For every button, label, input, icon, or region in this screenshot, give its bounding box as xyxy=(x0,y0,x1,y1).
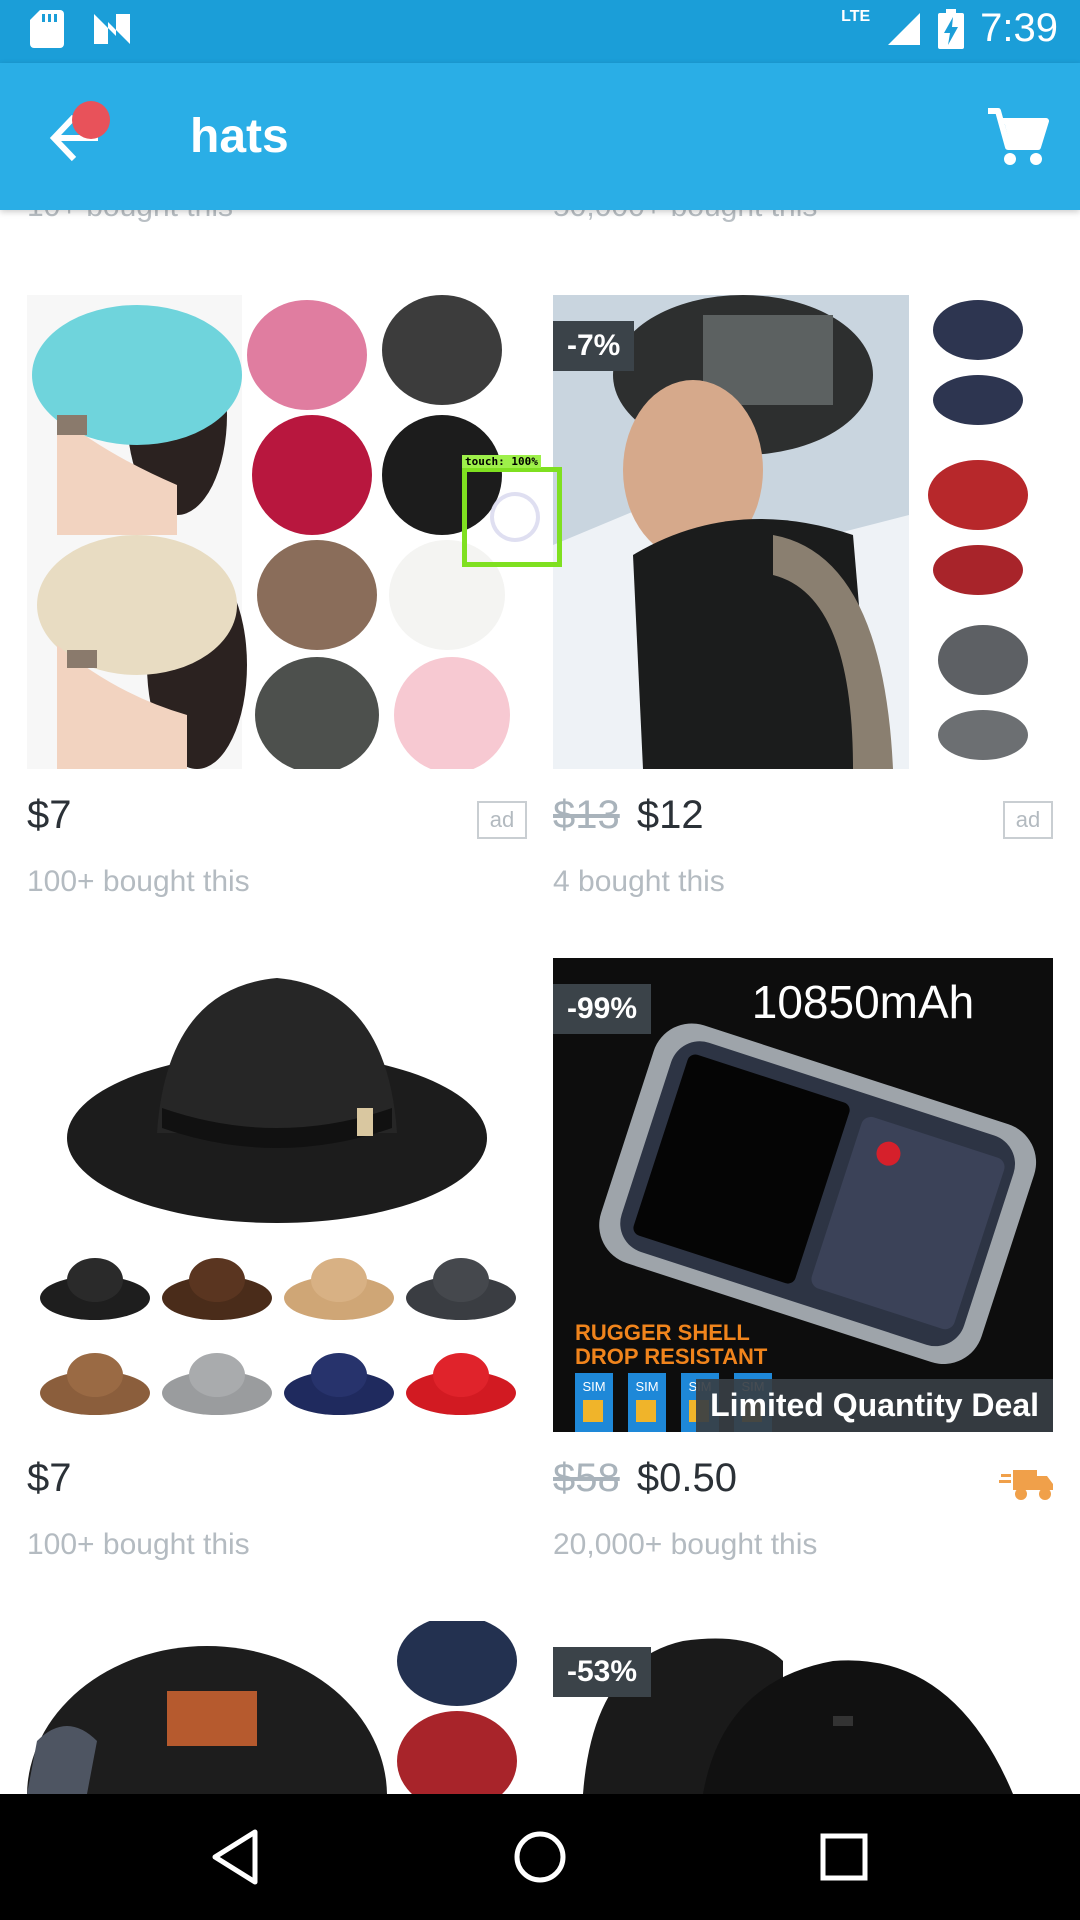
clock: 7:39 xyxy=(980,6,1058,50)
bought-count: 100+ bought this xyxy=(27,865,250,898)
system-nav-bar xyxy=(0,1794,1080,1920)
touch-debug-label: touch: 100% xyxy=(462,455,541,468)
feature-line-1: RUGGER SHELL xyxy=(575,1320,750,1345)
bought-count: 20,000+ bought this xyxy=(553,1528,818,1561)
product-grid: 10+ bought this 50,000+ bought this $7 a… xyxy=(0,210,1080,1794)
ad-badge: ad xyxy=(1003,801,1053,839)
product-image-snapback[interactable]: -53% xyxy=(553,1621,1053,1794)
product-image-fedora[interactable] xyxy=(27,958,527,1432)
product-price: $7 xyxy=(27,793,72,837)
cart-icon[interactable] xyxy=(984,103,1050,169)
notification-dot xyxy=(72,101,110,139)
product-image-beanies[interactable] xyxy=(27,295,527,769)
product-price: $7 xyxy=(27,1456,72,1500)
discount-badge: -7% xyxy=(553,321,635,371)
battery-charging-icon xyxy=(938,8,965,49)
page-title: hats xyxy=(190,110,289,163)
back-nav-icon[interactable] xyxy=(203,1824,269,1890)
recents-nav-icon[interactable] xyxy=(811,1824,877,1890)
product-price-group: $13 $12 xyxy=(553,793,704,838)
discount-badge: -53% xyxy=(553,1647,652,1697)
app-bar: hats xyxy=(0,63,1080,210)
product-price-group: $58 $0.50 xyxy=(553,1456,737,1501)
sim-label: SIM xyxy=(582,1379,605,1394)
product-image-cap-scarf[interactable]: -7% xyxy=(553,295,1053,769)
product-image-rugged-phone[interactable]: 10850mAh RUGGER SHELL DROP RESISTANT SIM… xyxy=(553,958,1053,1432)
bought-count: 100+ bought this xyxy=(27,1528,250,1561)
bought-count: 4 bought this xyxy=(553,865,725,898)
network-type: LTE xyxy=(841,7,871,25)
product-image-fleece-beanie[interactable] xyxy=(27,1621,527,1794)
limited-deal-banner: Limited Quantity Deal xyxy=(696,1379,1053,1432)
signal-icon xyxy=(888,12,921,45)
touch-indicator-circle xyxy=(490,492,540,542)
n-logo-icon xyxy=(94,14,130,44)
ad-badge: ad xyxy=(477,801,527,839)
truck-icon xyxy=(999,1470,1053,1500)
sd-card-icon xyxy=(30,10,64,48)
capacity-text: 10850mAh xyxy=(752,976,975,1028)
original-price: $58 xyxy=(553,1456,620,1500)
feature-line-2: DROP RESISTANT xyxy=(575,1344,768,1369)
prev-bought-right: 50,000+ bought this xyxy=(553,210,817,224)
product-price: $12 xyxy=(636,793,704,837)
original-price: $13 xyxy=(553,793,620,837)
status-bar: LTE 7:39 xyxy=(0,0,1080,63)
sim-label: SIM xyxy=(635,1379,658,1394)
discount-badge: -99% xyxy=(553,984,652,1034)
prev-bought-left: 10+ bought this xyxy=(27,210,233,224)
home-nav-icon[interactable] xyxy=(507,1824,573,1890)
product-price: $0.50 xyxy=(636,1456,737,1500)
